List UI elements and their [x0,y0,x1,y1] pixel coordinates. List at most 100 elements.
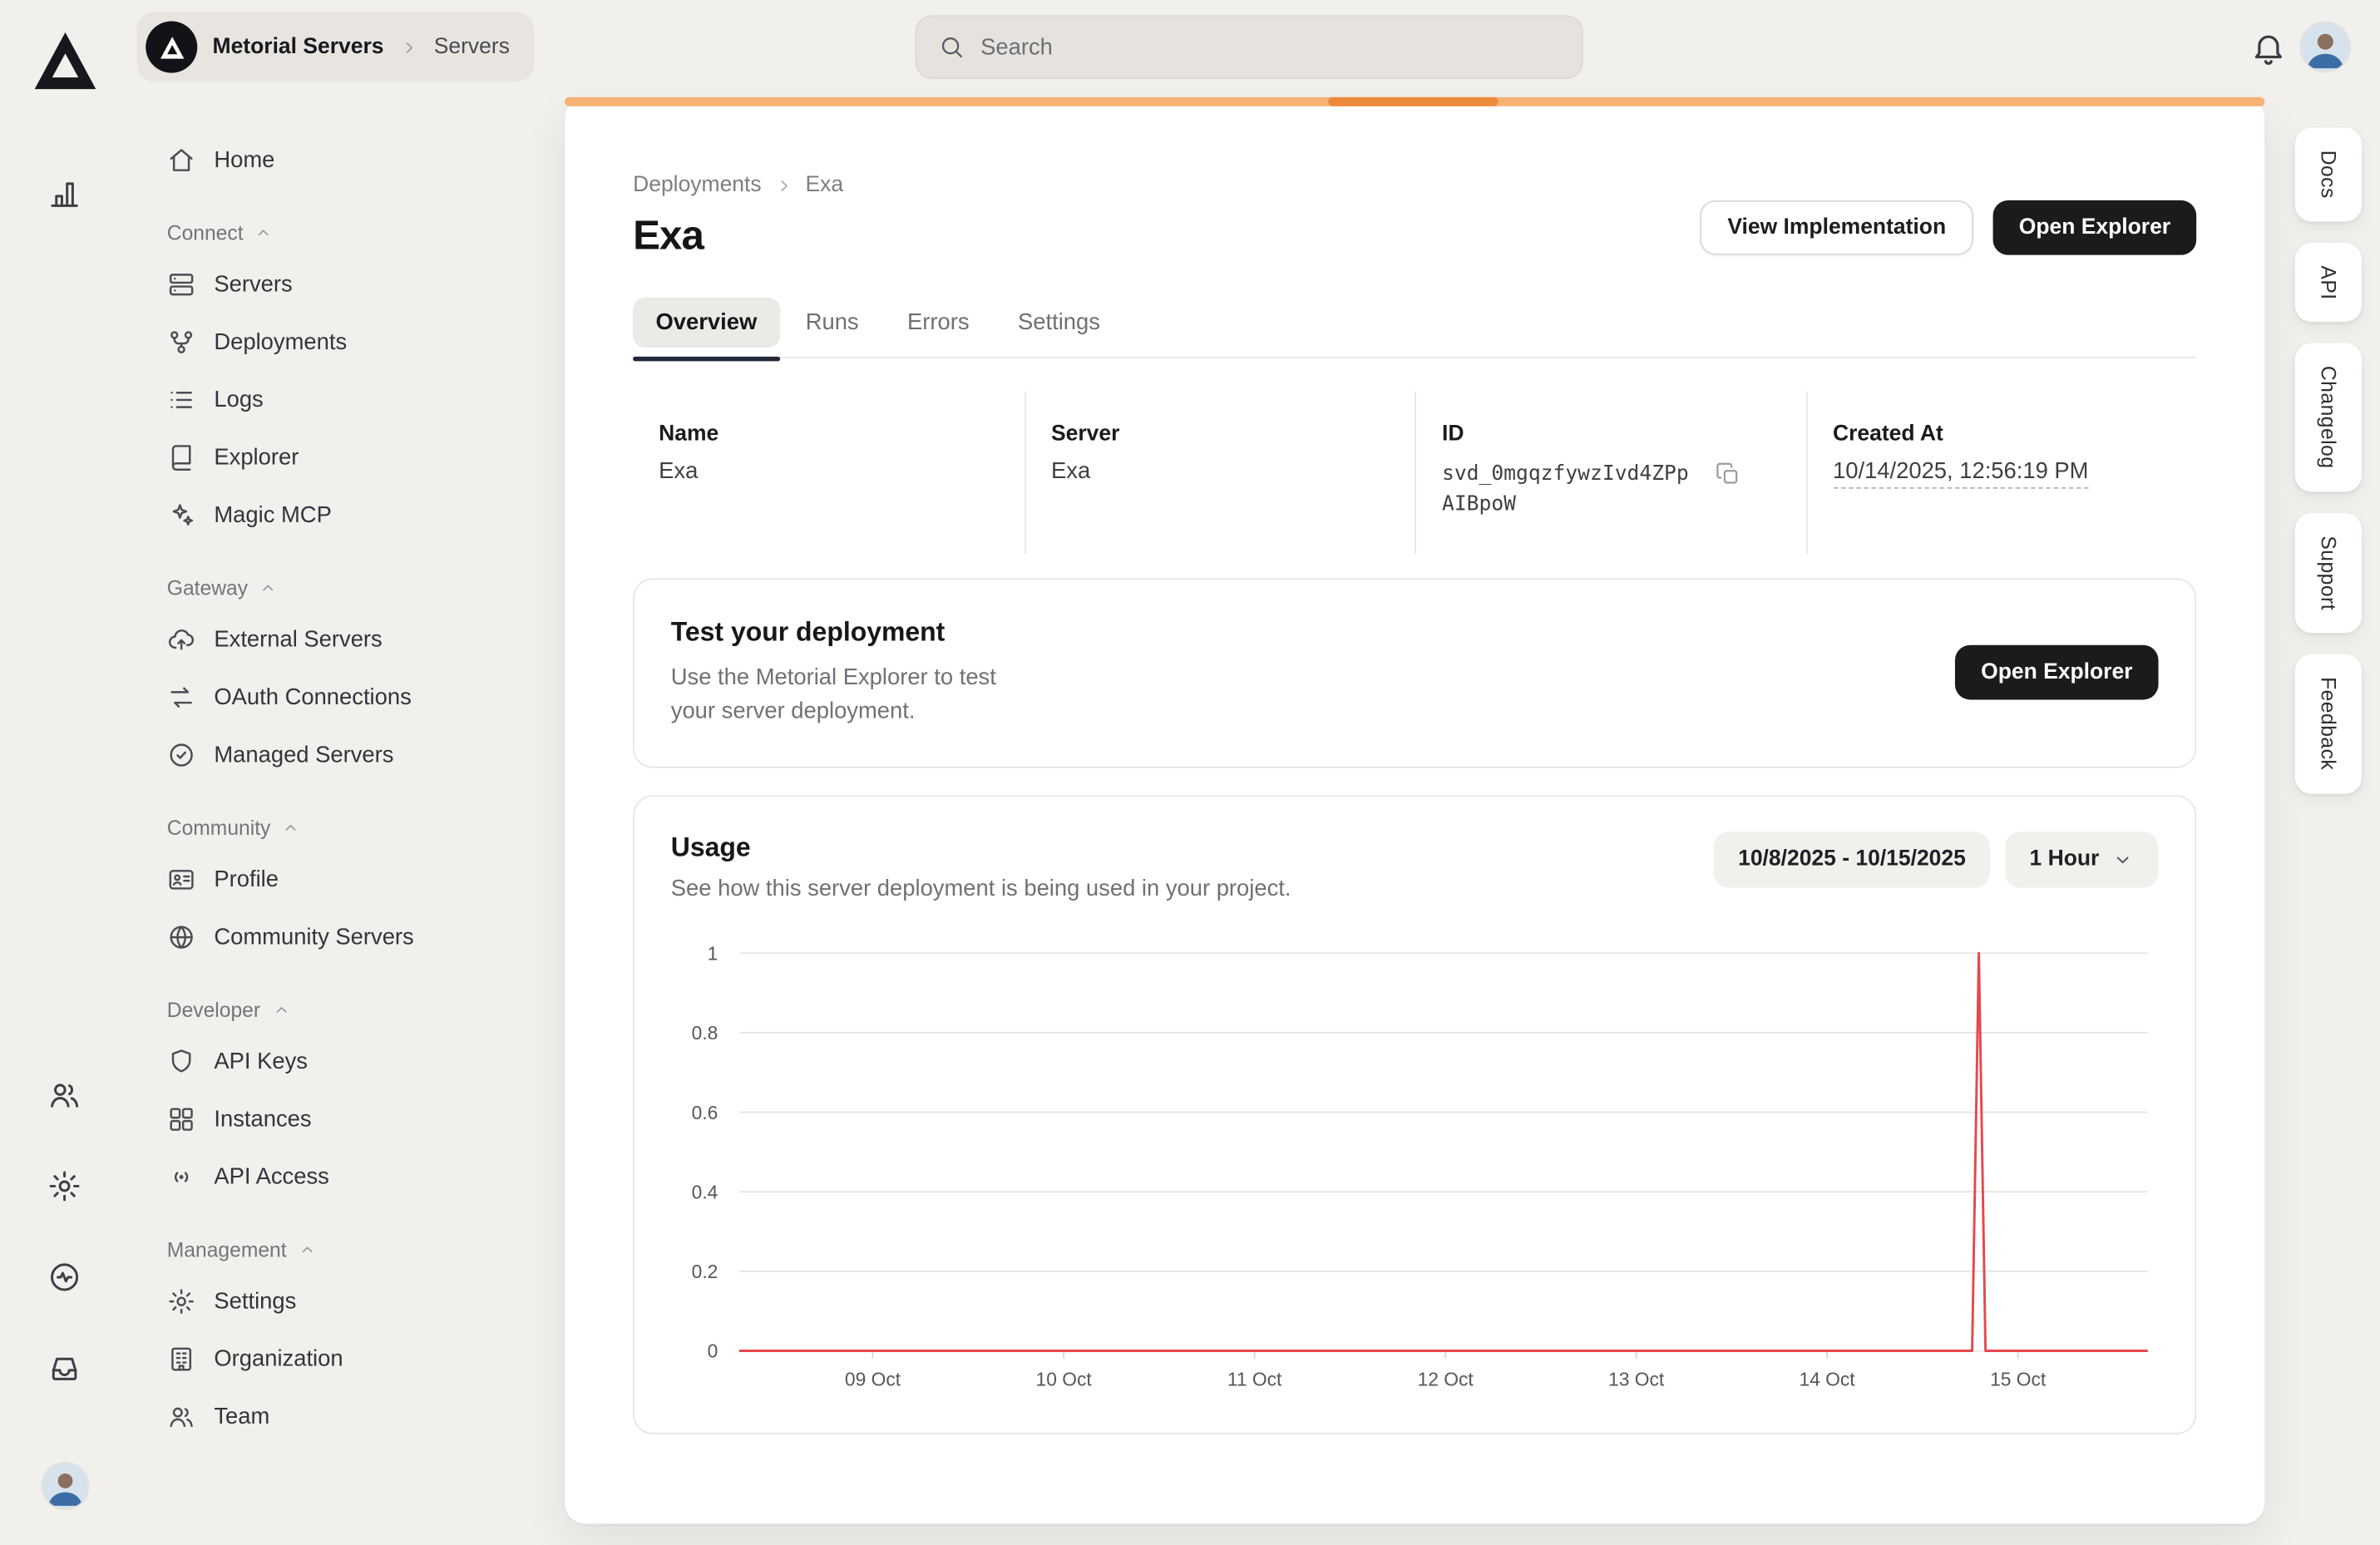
usage-description: See how this server deployment is being … [671,875,1291,901]
book-icon [167,442,196,471]
sidebar-item-external-servers[interactable]: External Servers [136,610,534,668]
rail-top-group [47,176,84,213]
header-actions: View Implementation Open Explorer [1700,200,2196,255]
tab-errors[interactable]: Errors [885,298,992,348]
test-open-explorer-button[interactable]: Open Explorer [1955,645,2158,700]
search-input[interactable]: Search [916,15,1583,79]
chevron-right-icon [773,175,793,195]
sidebar-section-community[interactable]: Community [136,804,534,850]
tab-settings[interactable]: Settings [995,298,1123,348]
tab-label: Settings [1018,309,1100,335]
test-deployment-card: Test your deployment Use the Metorial Ex… [633,578,2196,768]
right-tab-feedback[interactable]: Feedback [2295,654,2362,793]
breadcrumb-deployments[interactable]: Deployments [633,173,761,197]
date-range-picker[interactable]: 10/8/2025 - 10/15/2025 [1714,831,1990,887]
sidebar-item-label: Servers [214,271,292,297]
section-label: Management [167,1237,287,1260]
usage-card: Usage See how this server deployment is … [633,795,2196,1434]
building-icon [167,1344,196,1373]
sidebar-item-label: API Keys [214,1048,308,1074]
info-label: Name [659,422,1005,446]
rail-status-button[interactable] [47,1260,84,1296]
id-card-icon [167,864,196,893]
svg-text:13 Oct: 13 Oct [1608,1368,1665,1390]
svg-text:15 Oct: 15 Oct [1990,1368,2047,1390]
chevron-right-icon [399,37,419,57]
rail-projects-button[interactable] [47,176,84,213]
info-server: ServerExa [1024,392,1415,553]
sidebar-item-label: External Servers [214,626,382,652]
test-card-text: Test your deployment Use the Metorial Ex… [671,615,1002,729]
section-label: Connect [167,221,244,244]
metorial-logo[interactable] [29,24,102,97]
user-avatar[interactable] [2301,22,2349,71]
arrows-icon [167,682,196,711]
sidebar-section-management[interactable]: Management [136,1227,534,1272]
sidebar-item-label: Profile [214,866,279,891]
svg-text:10 Oct: 10 Oct [1036,1368,1093,1390]
breadcrumb: Deployments Exa [633,173,2196,197]
rail-settings-button[interactable] [47,1168,84,1205]
gear-icon [47,1168,82,1203]
svg-text:0.8: 0.8 [692,1021,718,1043]
right-tab-label: Feedback [2317,678,2339,771]
sidebar-item-community-servers[interactable]: Community Servers [136,908,534,965]
sidebar-item-managed-servers[interactable]: Managed Servers [136,725,534,782]
usage-chart: 00.20.40.60.8109 Oct10 Oct11 Oct12 Oct13… [671,937,2234,1395]
tab-overview[interactable]: Overview [633,298,780,348]
breadcrumb-current: Exa [806,173,844,197]
sidebar-item-label: Deployments [214,328,347,354]
sidebar-item-organization[interactable]: Organization [136,1330,534,1387]
sidebar-item-logs[interactable]: Logs [136,370,534,427]
notifications-button[interactable] [2249,29,2288,67]
search-icon [938,33,965,61]
tab-runs[interactable]: Runs [783,298,881,348]
right-tab-changelog[interactable]: Changelog [2295,343,2362,491]
section-label: Developer [167,998,260,1020]
copy-id-button[interactable] [1716,462,1741,487]
interval-label: 1 Hour [2030,847,2100,871]
sidebar-section-connect[interactable]: Connect [136,210,534,255]
svg-text:11 Oct: 11 Oct [1227,1368,1282,1390]
sidebar-item-magic-mcp[interactable]: Magic MCP [136,486,534,543]
sidebar-item-instances[interactable]: Instances [136,1090,534,1148]
workspace-switcher[interactable]: Metorial Servers Servers [136,12,534,82]
sidebar-item-profile[interactable]: Profile [136,850,534,907]
workspace-name: Metorial Servers [213,35,384,59]
sidebar-section-developer[interactable]: Developer [136,986,534,1032]
sidebar-item-explorer[interactable]: Explorer [136,428,534,486]
usage-title: Usage [671,831,1291,862]
rail-inbox-button[interactable] [47,1350,84,1387]
sidebar-item-api-keys[interactable]: API Keys [136,1032,534,1089]
info-label: Server [1051,422,1396,446]
info-value: 10/14/2025, 12:56:19 PM [1833,458,2088,489]
sidebar-item-team[interactable]: Team [136,1387,534,1444]
rail-user-avatar[interactable] [42,1464,88,1509]
chevron-down-icon [2111,847,2134,870]
sidebar-nav: Home Connect Servers Deployments LogsExplore… [136,82,534,1445]
right-tab-support[interactable]: Support [2295,513,2362,634]
home-icon [167,145,196,174]
info-created-at: Created At10/14/2025, 12:56:19 PM [1805,392,2196,553]
info-name: NameExa [633,392,1024,553]
sidebar-item-label: Home [214,146,274,172]
right-tab-docs[interactable]: Docs [2295,127,2362,221]
open-explorer-button[interactable]: Open Explorer [1993,200,2196,255]
right-tab-api[interactable]: API [2295,243,2362,323]
right-tab-label: Docs [2317,151,2339,199]
sidebar-section-gateway[interactable]: Gateway [136,565,534,610]
sidebar-item-home[interactable]: Home [136,131,534,188]
svg-text:12 Oct: 12 Oct [1418,1368,1474,1390]
rail-members-button[interactable] [47,1078,84,1114]
sidebar-item-oauth-connections[interactable]: OAuth Connections [136,668,534,725]
view-implementation-button[interactable]: View Implementation [1700,200,1973,255]
sidebar-item-servers[interactable]: Servers [136,255,534,313]
sidebar-item-label: Team [214,1403,269,1429]
sidebar-item-label: Organization [214,1345,343,1371]
sidebar-item-api-access[interactable]: API Access [136,1148,534,1205]
svg-text:14 Oct: 14 Oct [1799,1368,1855,1390]
sidebar-item-settings[interactable]: Settings [136,1272,534,1330]
interval-select[interactable]: 1 Hour [2005,831,2158,887]
sidebar-item-deployments[interactable]: Deployments [136,313,534,370]
sidebar-item-label: API Access [214,1163,328,1189]
